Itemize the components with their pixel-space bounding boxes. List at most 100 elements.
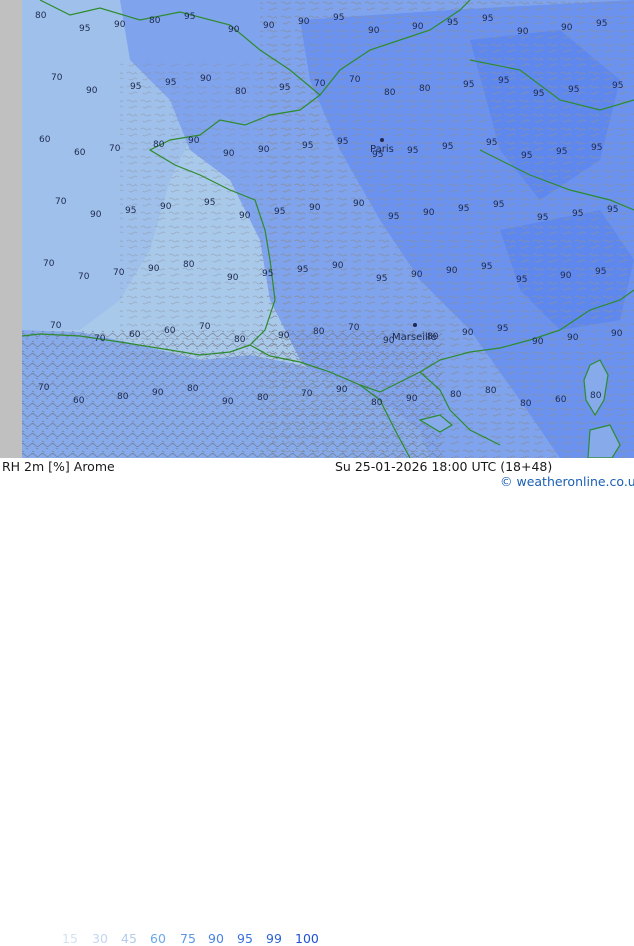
contour-label: 90 [152, 388, 164, 398]
legend-value-30: 30 [92, 931, 108, 946]
contour-label: 90 [278, 331, 290, 341]
contour-label: 70 [50, 321, 62, 331]
contour-label: 90 [560, 271, 572, 281]
contour-label: 60 [73, 396, 85, 406]
contour-label: 90 [188, 136, 200, 146]
contour-label: 80 [149, 16, 161, 26]
contour-label: 95 [165, 78, 176, 88]
contour-label: 90 [383, 336, 395, 346]
product-title: RH 2m [%] Arome [2, 459, 115, 474]
contour-label: 80 [235, 87, 247, 97]
contour-label: 90 [148, 264, 160, 274]
contour-label: 95 [125, 206, 136, 216]
contour-label: 80 [117, 392, 129, 402]
contour-label: 80 [384, 88, 396, 98]
contour-label: 60 [74, 148, 86, 158]
contour-label: 80 [520, 399, 532, 409]
contour-label: 95 [302, 141, 313, 151]
contour-label: 95 [572, 209, 583, 219]
legend-value-90: 90 [208, 931, 224, 946]
contour-label: 90 [446, 266, 458, 276]
legend-value-100: 100 [295, 931, 319, 946]
contour-label: 95 [612, 81, 623, 91]
contour-label: 70 [51, 73, 63, 83]
contour-label: 95 [297, 265, 308, 275]
contour-label: 90 [239, 211, 251, 221]
contour-label: 95 [516, 275, 527, 285]
contour-label: 95 [407, 146, 418, 156]
contour-label: 90 [309, 203, 321, 213]
map-edge-strip [0, 0, 22, 458]
contour-label: 90 [200, 74, 212, 84]
contour-label: 90 [258, 145, 270, 155]
contour-label: 90 [567, 333, 579, 343]
contour-label: 90 [411, 270, 423, 280]
contour-label: 95 [337, 137, 348, 147]
contour-label: 70 [109, 144, 121, 154]
contour-label: 60 [39, 135, 51, 145]
contour-label: 95 [130, 82, 141, 92]
contour-label: 70 [55, 197, 67, 207]
contour-label: 70 [199, 322, 211, 332]
contour-texture-south [22, 330, 442, 458]
contour-label: 90 [412, 22, 424, 32]
contour-label: 90 [368, 26, 380, 36]
legend-value-95: 95 [237, 931, 253, 946]
map-footer: RH 2m [%] Arome Su 25-01-2026 18:00 UTC … [0, 458, 634, 946]
contour-label: 70 [348, 323, 360, 333]
contour-label: 90 [423, 208, 435, 218]
contour-label: 90 [611, 329, 623, 339]
contour-label: 95 [486, 138, 497, 148]
contour-label: 95 [533, 89, 544, 99]
contour-label: 90 [228, 25, 240, 35]
legend-value-75: 75 [180, 931, 196, 946]
contour-label: 95 [376, 274, 387, 284]
contour-label: 90 [298, 17, 310, 27]
contour-label: 80 [427, 332, 439, 342]
contour-label: 95 [79, 24, 90, 34]
contour-label: 80 [313, 327, 325, 337]
legend-value-45: 45 [121, 931, 137, 946]
contour-label: 95 [591, 143, 602, 153]
contour-label: 90 [86, 86, 98, 96]
contour-label: 90 [222, 397, 234, 407]
contour-label: 70 [314, 79, 326, 89]
contour-label: 70 [78, 272, 90, 282]
contour-label: 60 [164, 326, 176, 336]
legend-value-99: 99 [266, 931, 282, 946]
contour-label: 95 [372, 150, 383, 160]
contour-label: 80 [234, 335, 246, 345]
contour-label: 70 [38, 383, 50, 393]
contour-label: 95 [447, 18, 458, 28]
contour-label: 95 [497, 324, 508, 334]
legend-value-60: 60 [150, 931, 166, 946]
contour-label: 90 [462, 328, 474, 338]
contour-label: 90 [517, 27, 529, 37]
contour-label: 95 [463, 80, 474, 90]
contour-label: 95 [596, 19, 607, 29]
weather-map: Paris Marseille 80 95 90 80 95 90 90 90 95 90 90 95… [0, 0, 634, 460]
contour-label: 95 [556, 147, 567, 157]
contour-label: 90 [561, 23, 573, 33]
copyright-link[interactable]: © weatheronline.co.uk [500, 474, 634, 489]
contour-label: 95 [498, 76, 509, 86]
contour-label: 90 [90, 210, 102, 220]
contour-texture-west [120, 60, 320, 360]
contour-label: 90 [406, 394, 418, 404]
contour-label: 90 [353, 199, 365, 209]
contour-label: 80 [35, 11, 47, 21]
contour-label: 80 [485, 386, 497, 396]
contour-label: 95 [333, 13, 344, 23]
contour-label: 90 [160, 202, 172, 212]
contour-label: 60 [555, 395, 567, 405]
contour-label: 95 [458, 204, 469, 214]
contour-label: 95 [568, 85, 579, 95]
contour-label: 95 [595, 267, 606, 277]
contour-label: 70 [43, 259, 55, 269]
contour-label: 95 [521, 151, 532, 161]
contour-label: 80 [590, 391, 602, 401]
contour-label: 90 [332, 261, 344, 271]
contour-label: 90 [532, 337, 544, 347]
contour-label: 90 [223, 149, 235, 159]
contour-label: 90 [114, 20, 126, 30]
